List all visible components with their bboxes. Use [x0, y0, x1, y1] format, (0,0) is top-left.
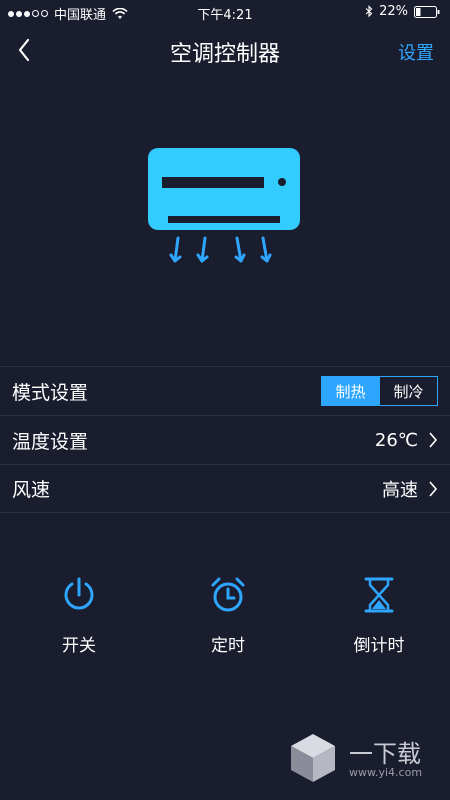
- fan-speed-value: 高速: [382, 479, 418, 501]
- cube-logo-icon: [291, 734, 335, 782]
- battery-percentage: 22%: [379, 4, 408, 19]
- bluetooth-icon: [365, 5, 373, 18]
- mode-option-heat[interactable]: 制热: [322, 377, 379, 405]
- battery-icon: [414, 5, 440, 18]
- timer-button-label: 定时: [211, 636, 245, 656]
- hourglass-icon: [364, 577, 394, 613]
- temperature-value: 26℃: [374, 429, 418, 451]
- chevron-right-icon: [429, 480, 438, 497]
- page-title: 空调控制器: [169, 42, 280, 67]
- fan-speed-setting-row[interactable]: 风速 高速: [0, 464, 450, 513]
- power-button[interactable]: 开关: [24, 575, 134, 656]
- alarm-clock-icon: [211, 577, 245, 612]
- mode-setting-label: 模式设置: [12, 381, 89, 404]
- watermark: 一下载 www.yi4.com: [285, 728, 445, 788]
- watermark-title: 一下载: [349, 740, 421, 768]
- power-icon: [64, 577, 94, 610]
- temperature-setting-row[interactable]: 温度设置 26℃: [0, 415, 450, 464]
- settings-button[interactable]: 设置: [398, 39, 434, 65]
- power-button-label: 开关: [62, 636, 96, 656]
- temperature-setting-label: 温度设置: [12, 430, 89, 453]
- action-bar: 开关 定时 倒计时: [0, 575, 450, 665]
- mode-option-cool[interactable]: 制冷: [379, 377, 437, 405]
- mode-toggle: 制热 制冷: [321, 376, 438, 406]
- countdown-button[interactable]: 倒计时: [324, 575, 434, 656]
- mode-setting-row: 模式设置 制热 制冷: [0, 366, 450, 415]
- air-conditioner-icon: [148, 148, 300, 263]
- watermark-url: www.yi4.com: [349, 766, 423, 779]
- timer-button[interactable]: 定时: [173, 575, 283, 656]
- navigation-bar: 空调控制器 设置: [0, 26, 450, 76]
- fan-speed-setting-label: 风速: [12, 479, 51, 501]
- settings-list: 模式设置 制热 制冷 温度设置 26℃ 风速 高速: [0, 366, 450, 513]
- chevron-right-icon: [429, 432, 438, 448]
- countdown-button-label: 倒计时: [353, 636, 405, 656]
- status-bar: 中国联通 下午4:21 22%: [0, 0, 450, 24]
